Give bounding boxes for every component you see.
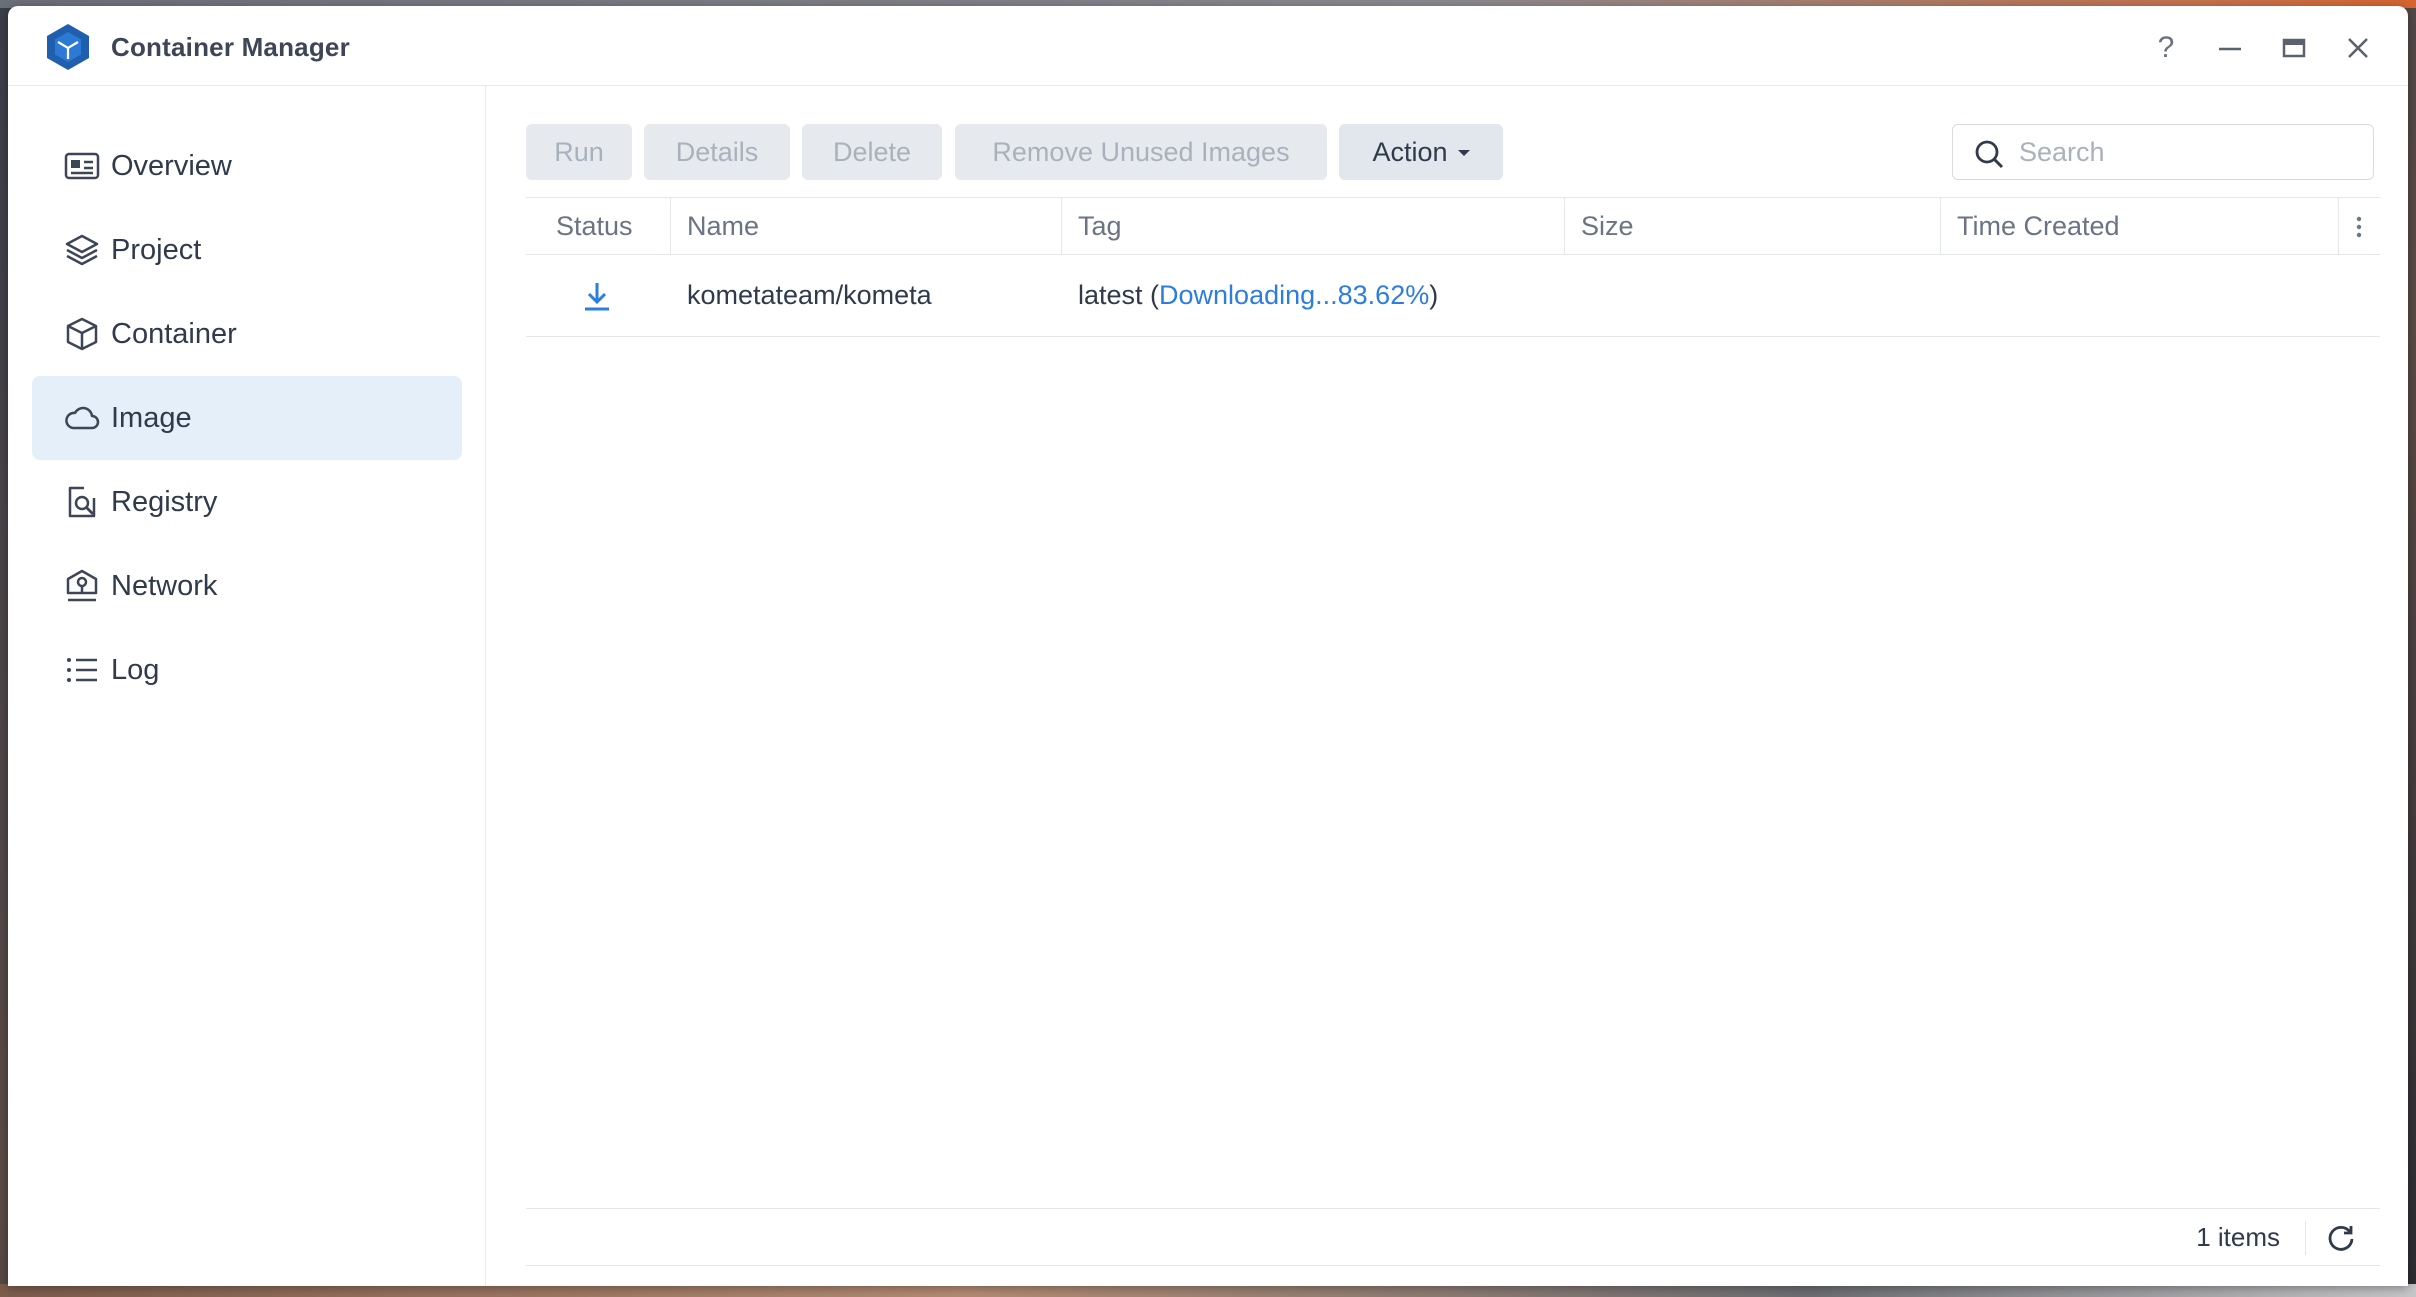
delete-button[interactable]: Delete xyxy=(802,124,942,180)
tag-value: latest ( xyxy=(1078,280,1160,310)
search-box[interactable] xyxy=(1952,124,2374,180)
caret-down-icon xyxy=(1457,150,1470,156)
image-name-cell: kometateam/kometa xyxy=(687,280,932,310)
download-progress-text: Downloading...83.62% xyxy=(1159,280,1430,310)
tag-close-paren: ) xyxy=(1429,280,1439,310)
column-divider[interactable] xyxy=(670,198,671,255)
table-header: Status Name Tag Size Time Created xyxy=(526,197,2380,255)
column-divider[interactable] xyxy=(1564,198,1565,255)
sidebar: Overview Project Container Image Registr… xyxy=(8,86,486,1286)
sidebar-item-label: Network xyxy=(111,569,218,602)
refresh-button[interactable] xyxy=(2324,1221,2358,1255)
sidebar-item-label: Container xyxy=(111,317,237,350)
table-row[interactable]: kometateam/kometa latest (Downloading...… xyxy=(526,255,2380,337)
run-button[interactable]: Run xyxy=(526,124,632,180)
column-header-status[interactable]: Status xyxy=(556,198,633,255)
column-divider[interactable] xyxy=(1940,198,1941,255)
sidebar-item-overview[interactable]: Overview xyxy=(32,124,462,208)
column-header-time-created[interactable]: Time Created xyxy=(1957,198,2120,255)
title-bar: Container Manager ? xyxy=(8,6,2408,86)
close-button[interactable] xyxy=(2340,30,2376,66)
column-header-size[interactable]: Size xyxy=(1581,198,1634,255)
action-dropdown-button[interactable]: Action xyxy=(1339,124,1503,180)
tag-cell: latest (Downloading...83.62%) xyxy=(1078,255,1438,336)
details-button[interactable]: Details xyxy=(644,124,790,180)
sidebar-item-image[interactable]: Image xyxy=(32,376,462,460)
layers-icon xyxy=(65,234,99,266)
sidebar-item-label: Image xyxy=(111,401,192,434)
download-icon xyxy=(585,282,609,310)
column-header-tag[interactable]: Tag xyxy=(1078,198,1122,255)
minimize-button[interactable] xyxy=(2212,30,2248,66)
sidebar-item-label: Project xyxy=(111,233,202,266)
sidebar-item-label: Registry xyxy=(111,485,218,518)
search-icon xyxy=(1975,140,2004,169)
main-panel: Run Details Delete Remove Unused Images … xyxy=(486,86,2408,1286)
column-header-name[interactable]: Name xyxy=(687,198,759,255)
footer-divider xyxy=(2305,1221,2306,1255)
cube-icon xyxy=(66,317,98,351)
network-icon xyxy=(66,569,98,602)
sidebar-item-registry[interactable]: Registry xyxy=(32,460,462,544)
app-window: Container Manager ? Overview Project Con… xyxy=(8,6,2408,1286)
sidebar-item-label: Overview xyxy=(111,149,232,182)
table-footer: 1 items xyxy=(526,1208,2380,1266)
close-icon xyxy=(2348,38,2368,58)
items-count: 1 items xyxy=(2196,1222,2280,1252)
app-title: Container Manager xyxy=(111,32,350,62)
cloud-icon xyxy=(65,406,100,430)
refresh-icon xyxy=(2328,1225,2354,1251)
action-button-label: Action xyxy=(1372,136,1448,167)
list-icon xyxy=(67,658,97,682)
sidebar-item-container[interactable]: Container xyxy=(32,292,462,376)
column-divider[interactable] xyxy=(1061,198,1062,255)
container-manager-logo-icon xyxy=(47,24,89,70)
sidebar-item-project[interactable]: Project xyxy=(32,208,462,292)
help-icon: ? xyxy=(2157,31,2175,64)
remove-unused-images-button[interactable]: Remove Unused Images xyxy=(955,124,1327,180)
sidebar-item-label: Log xyxy=(111,653,160,686)
help-button[interactable]: ? xyxy=(2148,30,2184,66)
status-cell xyxy=(580,255,614,336)
maximize-button[interactable] xyxy=(2276,30,2312,66)
maximize-icon xyxy=(2282,38,2306,58)
search-input[interactable] xyxy=(2019,131,2359,173)
column-menu-button[interactable] xyxy=(2338,198,2380,255)
sidebar-item-network[interactable]: Network xyxy=(32,544,462,628)
more-vertical-icon xyxy=(2356,216,2362,237)
minimize-icon xyxy=(2219,47,2241,51)
sidebar-item-log[interactable]: Log xyxy=(32,628,462,712)
registry-search-icon xyxy=(68,486,96,518)
overview-icon xyxy=(64,152,100,180)
